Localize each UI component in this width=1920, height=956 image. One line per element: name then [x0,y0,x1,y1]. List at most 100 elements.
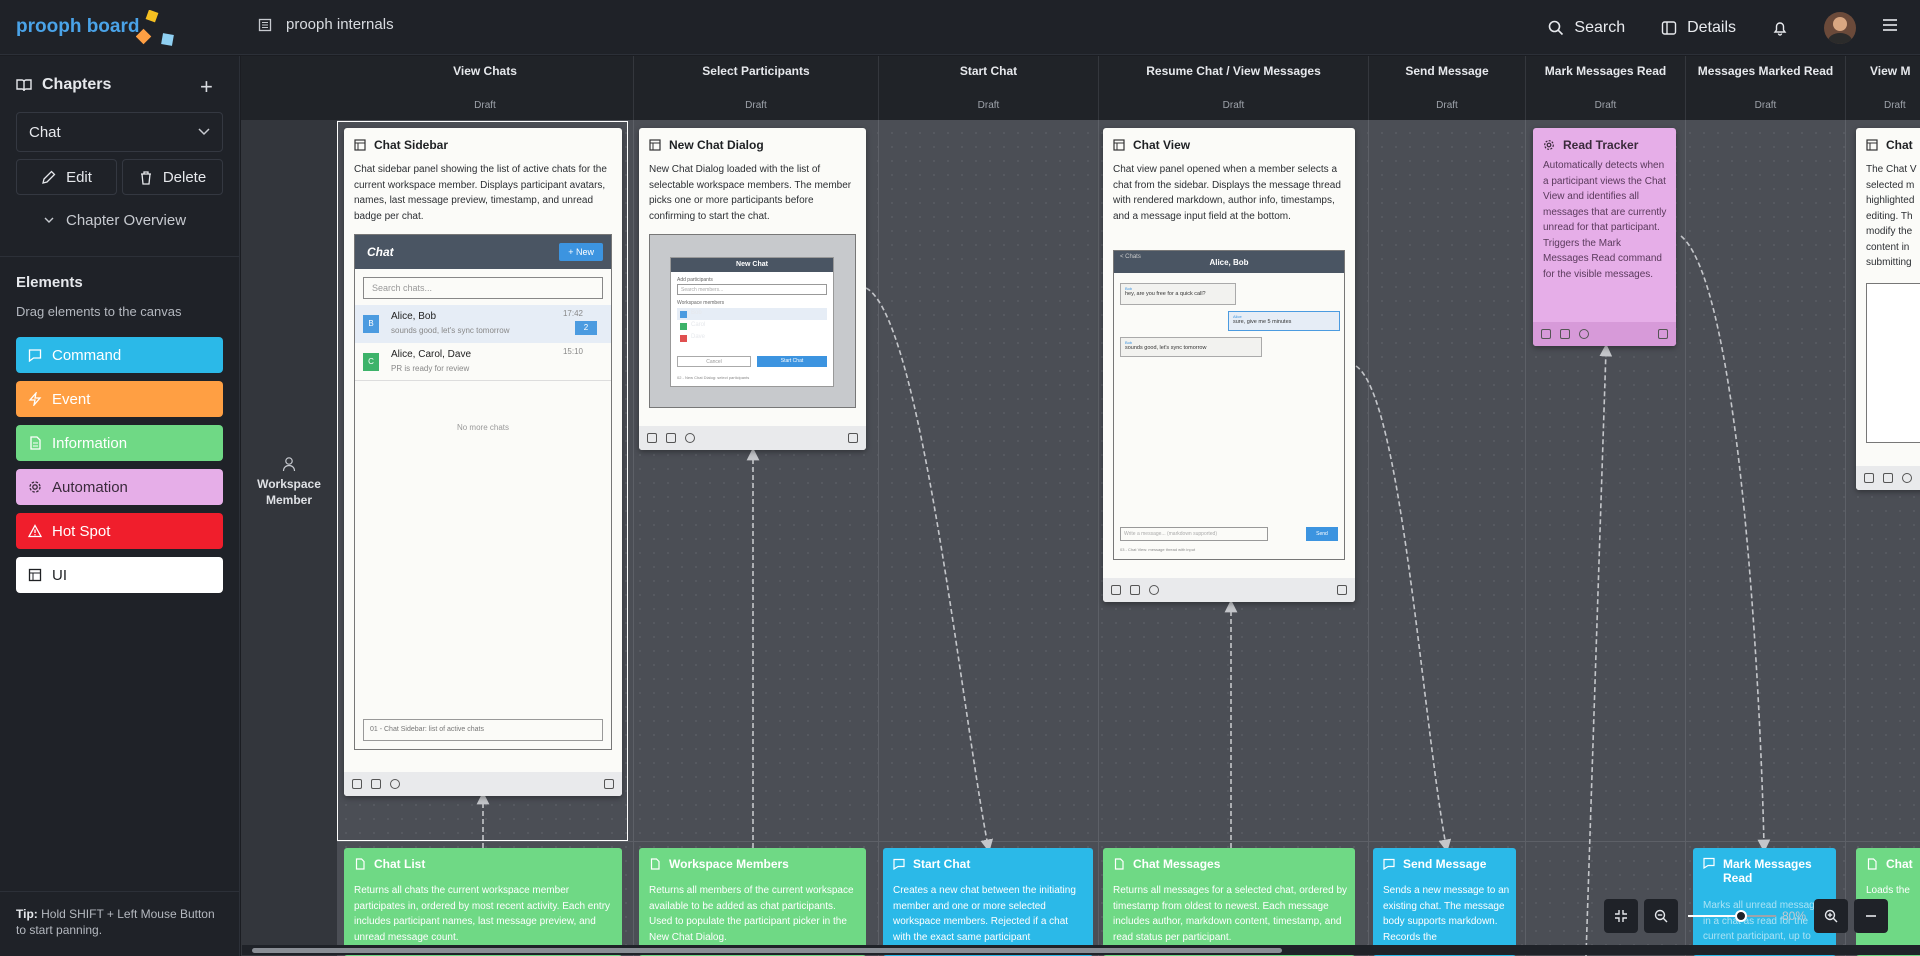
details-icon[interactable] [1130,585,1140,595]
bell-icon [1773,21,1787,36]
notifications-button[interactable] [1772,20,1788,36]
element-hot-spot[interactable]: Hot Spot [16,513,223,549]
card-description: Sends a new message to an existing chat.… [1383,885,1510,943]
chapter-overview-toggle[interactable]: Chapter Overview [44,212,186,229]
comment-icon[interactable] [1579,329,1589,339]
edit-chapter-button[interactable]: Edit [16,159,117,195]
layout-icon [649,139,661,151]
layout-icon [28,568,42,582]
compress-icon [1615,910,1627,922]
card-title-text: New Chat Dialog [669,138,764,152]
top-bar: prooph board prooph internals Search Det… [0,0,1920,55]
add-chapter-button[interactable]: + [200,74,213,100]
command-card-send-message[interactable]: Send Message Sends a new message to an e… [1373,848,1516,956]
trash-icon[interactable] [848,433,858,443]
elements-subtitle: Drag elements to the canvas [16,304,182,319]
comment-icon[interactable] [1902,473,1912,483]
chapter-select[interactable]: Chat [16,112,223,152]
minus-icon [1866,915,1877,917]
minimize-button[interactable] [1854,899,1889,933]
card-title: Chat [1866,857,1913,871]
ui-card-chat-partial[interactable]: Chat The Chat V selected m highlighted e… [1856,128,1920,490]
ui-card-chat-sidebar[interactable]: Chat Sidebar Chat sidebar panel showing … [344,128,622,796]
layout-icon [1113,139,1125,151]
details-icon[interactable] [666,433,676,443]
book-icon [16,79,32,92]
card-title: New Chat Dialog [649,138,764,152]
scrollbar-thumb[interactable] [252,948,1282,953]
element-information[interactable]: Information [16,425,223,461]
zoom-out-icon [1654,909,1668,923]
wireframe-new-button: + New [559,243,603,261]
element-information-label: Information [52,434,128,452]
command-card-start-chat[interactable]: Start Chat Creates a new chat between th… [883,848,1093,956]
edit-icon[interactable] [647,433,657,443]
zoom-in-button[interactable] [1814,899,1849,933]
edit-icon[interactable] [1864,473,1874,483]
element-ui[interactable]: UI [16,557,223,593]
delete-chapter-button[interactable]: Delete [122,159,223,195]
zoom-slider-thumb[interactable] [1735,910,1747,922]
trash-icon[interactable] [1337,585,1347,595]
element-ui-label: UI [52,566,67,584]
zoom-out-button[interactable] [1644,899,1678,933]
document-icon [355,858,365,870]
edit-icon[interactable] [1541,329,1551,339]
trash-icon[interactable] [604,779,614,789]
card-title-text: Chat Sidebar [374,138,449,152]
chat-bubble-icon [28,349,42,362]
comment-icon[interactable] [685,433,695,443]
card-title-text: Read Tracker [1563,138,1639,152]
details-button[interactable]: Details [1661,19,1736,37]
details-label: Details [1687,18,1736,36]
card-description: Automatically detects when a participant… [1543,160,1667,280]
elements-title: Elements [16,274,83,291]
info-card-chat-list[interactable]: Chat List Returns all chats the current … [344,848,622,956]
info-card-chat-messages[interactable]: Chat Messages Returns all messages for a… [1103,848,1355,956]
wireframe-chat-partial [1866,283,1920,443]
wireframe-new-chat: New Chat Add participants Search members… [649,234,856,408]
document-icon [650,858,660,870]
element-event-label: Event [52,390,91,408]
element-event[interactable]: Event [16,381,223,417]
element-command-label: Command [52,346,122,364]
zoom-slider[interactable] [1684,899,1780,933]
card-title-text: Chat View [1133,138,1191,152]
ui-card-new-chat-dialog[interactable]: New Chat Dialog New Chat Dialog loaded w… [639,128,866,450]
details-icon[interactable] [371,779,381,789]
hamburger-menu-icon[interactable] [1882,18,1898,37]
card-title-text: Mark Messages Read [1723,857,1812,885]
comment-icon[interactable] [390,779,400,789]
card-toolbar [1856,466,1920,490]
card-title-text: Send Message [1403,857,1487,871]
automation-card-read-tracker[interactable]: Read Tracker Automatically detects when … [1533,128,1676,346]
details-icon[interactable] [1883,473,1893,483]
card-description: Returns all messages for a selected chat… [1113,885,1348,943]
search-icon [1549,20,1564,35]
tip-text: Hold SHIFT + Left Mouse Button to start … [16,907,215,937]
pencil-icon [42,170,56,184]
card-title-text: Workspace Members [669,857,789,871]
details-icon[interactable] [1560,329,1570,339]
info-card-workspace-members[interactable]: Workspace Members Returns all members of… [639,848,866,956]
edit-icon[interactable] [1111,585,1121,595]
search-button[interactable]: Search [1548,19,1625,37]
chevron-down-icon [44,217,54,223]
zoom-in-icon [1824,909,1838,923]
card-toolbar [344,772,622,796]
trash-icon[interactable] [1658,329,1668,339]
element-command[interactable]: Command [16,337,223,373]
ui-card-chat-view[interactable]: Chat View Chat view panel opened when a … [1103,128,1355,602]
edit-icon[interactable] [352,779,362,789]
element-automation[interactable]: Automation [16,469,223,505]
card-title: Chat View [1113,138,1190,152]
project-name: prooph internals [286,16,394,33]
app-logo[interactable]: prooph board [16,16,139,38]
building-icon [258,18,272,31]
board-canvas[interactable]: Workspace Member View Chats Draft Select… [241,56,1920,956]
horizontal-scrollbar[interactable] [242,945,1920,955]
project-switcher[interactable]: prooph internals [258,16,394,33]
user-avatar[interactable] [1824,11,1856,44]
fit-to-screen-button[interactable] [1604,899,1638,933]
comment-icon[interactable] [1149,585,1159,595]
